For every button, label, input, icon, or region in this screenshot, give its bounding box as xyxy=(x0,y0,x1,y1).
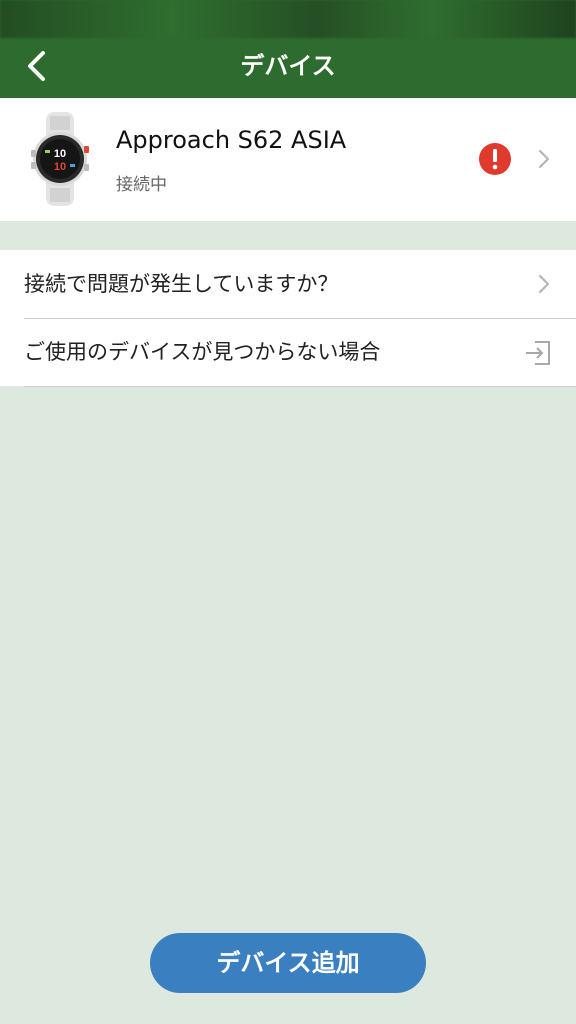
watch-image: 10 10 xyxy=(31,112,89,206)
watch-minutes: 10 xyxy=(54,161,66,173)
list-item-label: 接続で問題が発生していますか？ xyxy=(24,272,339,296)
list-item-connection-problem[interactable]: 接続で問題が発生していますか？ xyxy=(0,250,576,318)
app-header: デバイス xyxy=(0,0,576,98)
status-bar xyxy=(0,0,576,38)
exclamation-alert-icon[interactable] xyxy=(478,142,512,176)
list-item-device-not-found[interactable]: ご使用のデバイスが見つからない場合 xyxy=(0,318,576,386)
exit-arrow-icon xyxy=(526,341,550,365)
help-list: 接続で問題が発生していますか？ ご使用のデバイスが見つからない場合 xyxy=(0,250,576,387)
watch-hours: 10 xyxy=(54,148,66,160)
add-device-button[interactable]: デバイス追加 xyxy=(150,933,426,993)
chevron-left-icon xyxy=(28,51,45,81)
chevron-right-icon xyxy=(538,274,550,294)
divider xyxy=(24,386,576,387)
device-card[interactable]: 10 10 Approach S62 ASIA 接続中 xyxy=(0,98,576,221)
list-item-label: ご使用のデバイスが見つからない場合 xyxy=(24,340,381,364)
back-button[interactable] xyxy=(14,44,58,88)
device-name: Approach S62 ASIA xyxy=(116,126,347,154)
device-status: 接続中 xyxy=(116,175,167,195)
devices-screen: デバイス 10 10 Approach S62 ASIA 接続中 接続で問題が発… xyxy=(0,0,576,1024)
chevron-right-icon xyxy=(538,149,550,169)
page-title: デバイス xyxy=(240,52,336,80)
